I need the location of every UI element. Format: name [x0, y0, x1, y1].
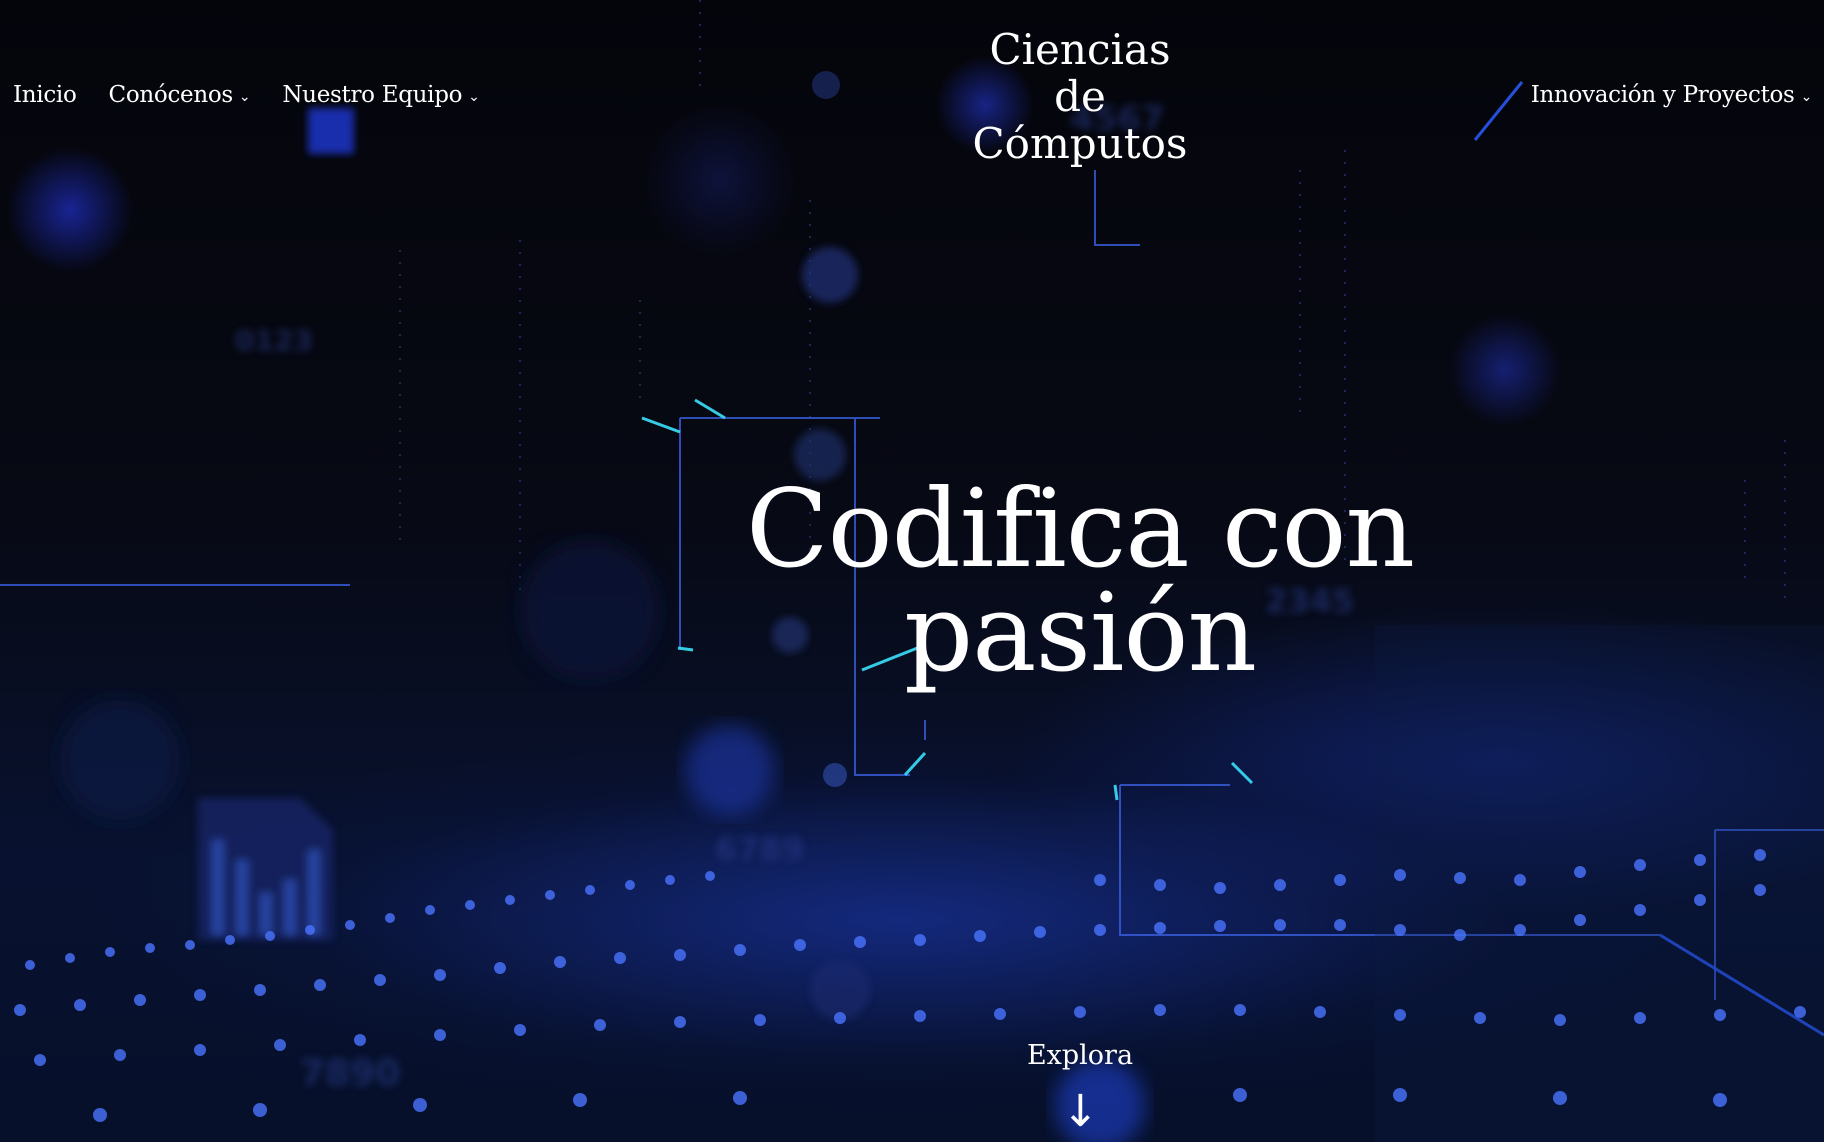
nav-item-innovacion-proyectos[interactable]: Innovación y Proyectos ⌄ — [1530, 82, 1813, 108]
hero-section: 0123 4567 2345 6789 7890 Inicio Conóceno… — [0, 0, 1824, 1142]
nav-item-label: Inicio — [13, 82, 77, 108]
chevron-down-icon: ⌄ — [468, 89, 480, 105]
nav-item-label: Conócenos — [108, 82, 234, 108]
primary-nav-left: Inicio Conócenos ⌄ Nuestro Equipo ⌄ — [13, 82, 480, 108]
logo-line-2: de — [1054, 72, 1106, 121]
hero-headline-line-1: Codifica con — [745, 467, 1415, 592]
hero-headline: Codifica con pasión — [700, 467, 1460, 696]
arrow-down-icon[interactable]: ↓ — [1062, 1090, 1099, 1134]
nav-item-conocenos[interactable]: Conócenos ⌄ — [109, 82, 251, 108]
nav-item-label: Innovación y Proyectos — [1530, 82, 1795, 108]
svg-text:0123: 0123 — [235, 324, 313, 357]
svg-text:6789: 6789 — [715, 830, 804, 868]
chevron-down-icon: ⌄ — [1800, 89, 1813, 105]
explore-link[interactable]: Explora — [980, 1040, 1180, 1071]
chevron-down-icon: ⌄ — [238, 89, 251, 105]
logo-line-3: Cómputos — [972, 119, 1188, 168]
hero-headline-line-2: pasión — [903, 571, 1257, 696]
nav-item-label: Nuestro Equipo — [282, 82, 463, 108]
primary-nav-right: Innovación y Proyectos ⌄ — [1530, 82, 1813, 108]
site-logo[interactable]: Ciencias de Cómputos — [930, 26, 1230, 167]
nav-item-inicio[interactable]: Inicio — [13, 82, 77, 108]
nav-item-nuestro-equipo[interactable]: Nuestro Equipo ⌄ — [282, 82, 480, 108]
logo-line-1: Ciencias — [989, 25, 1171, 74]
svg-text:7890: 7890 — [300, 1053, 400, 1094]
